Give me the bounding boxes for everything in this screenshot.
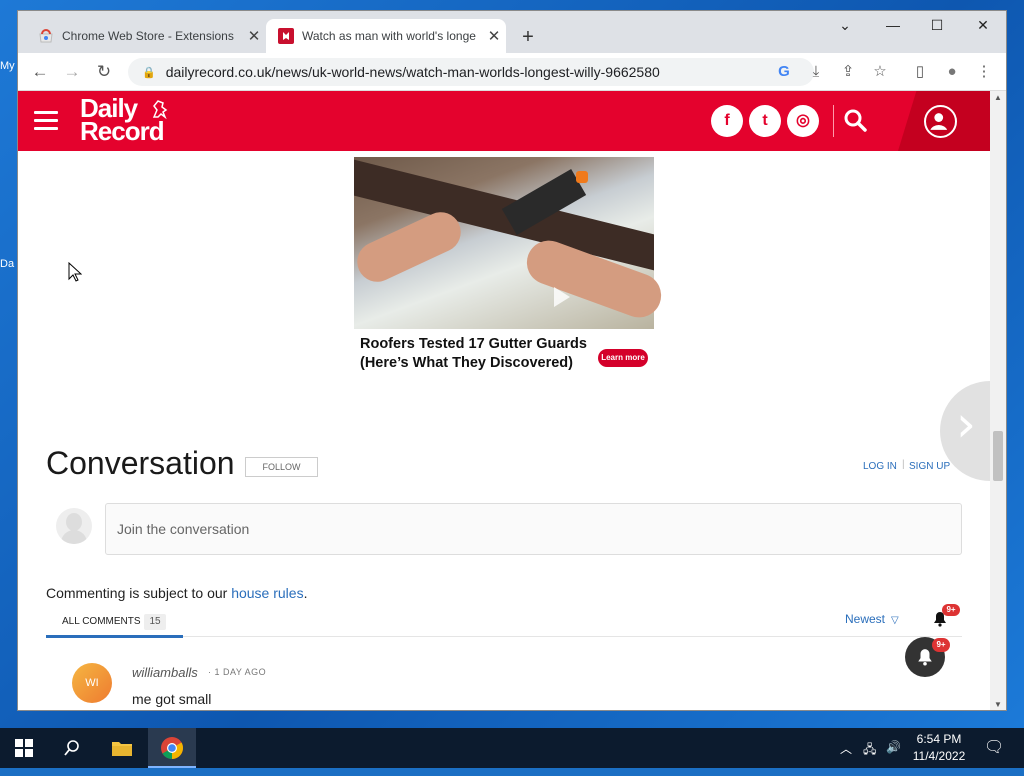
site-header: Daily Record f t ◎ — [18, 91, 990, 151]
vertical-scrollbar[interactable]: ▲ ▼ — [990, 91, 1006, 710]
chrome-icon — [161, 737, 183, 759]
desktop-icon-label[interactable]: Da — [0, 258, 14, 270]
search-icon — [64, 740, 79, 756]
scroll-up-arrow-icon[interactable]: ▲ — [994, 93, 1002, 102]
avatar[interactable]: WI — [72, 663, 112, 703]
reload-button[interactable]: ↻ — [92, 60, 116, 84]
url-text: dailyrecord.co.uk/news/uk-world-news/wat… — [165, 64, 660, 80]
chrome-taskbar-button[interactable] — [148, 728, 196, 768]
rules-suffix: . — [303, 585, 308, 601]
tab-title: Chrome Web Store - Extensions — [62, 29, 234, 43]
scrollbar-thumb[interactable] — [993, 431, 1003, 481]
side-panel-icon[interactable]: ▯ — [909, 60, 931, 84]
chrome-web-store-icon — [39, 29, 53, 43]
join-conversation-placeholder: Join the conversation — [117, 521, 250, 537]
taskbar-clock[interactable]: 6:54 PM 11/4/2022 — [906, 731, 972, 765]
header-divider — [833, 105, 834, 137]
maximize-button[interactable]: ☐ — [923, 17, 951, 34]
new-tab-button[interactable]: + — [518, 26, 538, 49]
comment-count-badge: 15 — [144, 614, 166, 630]
back-button[interactable]: ← — [28, 60, 52, 84]
default-avatar — [56, 508, 92, 544]
folder-icon — [112, 742, 132, 756]
tab-close-icon[interactable]: ✕ — [486, 27, 502, 45]
google-translate-icon[interactable]: G — [773, 60, 795, 84]
facebook-icon[interactable]: f — [711, 105, 743, 137]
tab-close-icon[interactable]: ✕ — [246, 27, 262, 45]
login-divider: | — [902, 459, 905, 470]
twitter-icon[interactable]: t — [749, 105, 781, 137]
fab-notification-badge: 9+ — [932, 638, 950, 652]
rules-prefix: Commenting is subject to our — [46, 585, 232, 601]
tab-strip: Chrome Web Store - Extensions ✕ Watch as… — [18, 11, 1006, 53]
tab-search-icon[interactable]: ⌄ — [831, 17, 859, 34]
learn-more-button[interactable]: Learn more — [598, 349, 648, 367]
tab-chrome-web-store[interactable]: Chrome Web Store - Extensions ✕ — [26, 19, 266, 53]
scroll-down-arrow-icon[interactable]: ▼ — [994, 700, 1002, 709]
hamburger-menu-icon[interactable] — [34, 111, 58, 130]
instagram-icon[interactable]: ◎ — [787, 105, 819, 137]
network-icon[interactable]: 🖧 — [863, 740, 876, 761]
desktop-icon-label[interactable]: My — [0, 60, 15, 72]
address-bar[interactable]: 🔒 dailyrecord.co.uk/news/uk-world-news/w… — [128, 58, 814, 86]
notification-badge: 9+ — [942, 604, 960, 616]
ad-image-arm — [350, 205, 468, 289]
bell-icon — [918, 649, 932, 666]
share-icon[interactable]: ⇪ — [837, 60, 859, 84]
sort-dropdown[interactable]: Newest ▽ — [845, 612, 899, 626]
install-app-icon[interactable]: ⤓ — [805, 60, 827, 84]
ad-image[interactable] — [350, 157, 668, 329]
windows-taskbar: ︿ 🖧 🔊 6:54 PM 11/4/2022 🗨 — [0, 728, 1024, 768]
follow-button[interactable]: FOLLOW — [245, 457, 318, 477]
action-center-icon[interactable]: 🗨 — [984, 737, 1004, 757]
bookmark-star-icon[interactable]: ☆ — [869, 60, 891, 84]
sign-up-link[interactable]: SIGN UP — [909, 461, 950, 472]
profile-avatar-icon[interactable]: ● — [941, 60, 963, 84]
join-conversation-input[interactable]: Join the conversation — [105, 503, 962, 555]
clock-time: 6:54 PM — [916, 732, 962, 746]
start-button[interactable] — [0, 728, 48, 768]
play-icon[interactable] — [554, 287, 570, 307]
ad-image-tool-tip — [576, 171, 588, 183]
taskbar-search-button[interactable] — [48, 728, 96, 768]
lion-rampant-icon — [152, 100, 168, 120]
volume-icon[interactable]: 🔊 — [886, 740, 901, 754]
ad-caption[interactable]: Roofers Tested 17 Gutter Guards (Here’s … — [360, 335, 600, 373]
avatar-head — [66, 513, 82, 531]
close-window-button[interactable]: ✕ — [969, 17, 997, 34]
chrome-menu-icon[interactable]: ⋮ — [973, 60, 995, 84]
page-viewport: Daily Record f t ◎ Roofers Tested 17 Gut… — [18, 91, 990, 710]
comment-username[interactable]: williamballs — [132, 665, 198, 680]
logo-line-2: Record — [80, 116, 165, 146]
daily-record-favicon — [278, 28, 294, 44]
comment-text: me got small — [132, 691, 212, 707]
file-explorer-button[interactable] — [98, 728, 146, 768]
chevron-down-icon: ▽ — [891, 615, 899, 626]
active-tab-indicator — [46, 635, 183, 638]
minimize-button[interactable]: — — [879, 17, 907, 33]
house-rules-notice: Commenting is subject to our house rules… — [46, 585, 307, 601]
search-icon[interactable] — [842, 107, 870, 135]
chrome-window: Chrome Web Store - Extensions ✕ Watch as… — [17, 10, 1007, 711]
avatar-body — [61, 530, 87, 544]
comment-timestamp: · 1 DAY AGO — [208, 667, 267, 677]
tab-all-comments[interactable]: ALL COMMENTS — [62, 616, 141, 627]
clock-date: 11/4/2022 — [912, 749, 966, 763]
house-rules-link[interactable]: house rules — [231, 585, 303, 601]
chevron-right-icon: › — [956, 395, 976, 453]
tab-daily-record[interactable]: Watch as man with world's longe ✕ — [266, 19, 506, 53]
tab-title: Watch as man with world's longe — [302, 29, 476, 43]
log-in-link[interactable]: LOG IN — [863, 461, 897, 472]
mouse-cursor-icon — [68, 262, 82, 282]
windows-logo-icon — [15, 739, 33, 757]
browser-toolbar: ← → ↻ 🔒 dailyrecord.co.uk/news/uk-world-… — [18, 53, 1006, 91]
forward-button[interactable]: → — [60, 60, 84, 84]
tabs-divider — [46, 636, 962, 637]
account-user-icon[interactable] — [924, 105, 957, 138]
lock-icon[interactable]: 🔒 — [142, 66, 156, 79]
sort-label: Newest — [845, 612, 886, 626]
conversation-title: Conversation — [46, 445, 235, 481]
chevron-up-icon[interactable]: ︿ — [840, 740, 852, 757]
